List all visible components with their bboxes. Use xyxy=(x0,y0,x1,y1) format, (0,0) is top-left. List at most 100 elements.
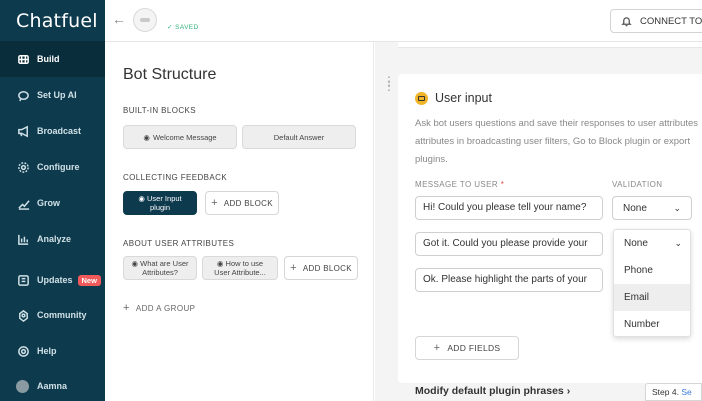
block-label-line1: User Input xyxy=(147,194,182,203)
sidebar-item-build[interactable]: Build xyxy=(0,41,105,77)
card-title: User input xyxy=(415,91,492,105)
message-label-text: MESSAGE TO USER xyxy=(415,180,499,189)
block-label: ◉ What are User Attributes? xyxy=(132,259,189,277)
block-label-line2: User Attribute... xyxy=(214,268,266,277)
validation-select-1[interactable]: None ⌄ xyxy=(612,196,692,220)
block-label-line2: Attributes? xyxy=(142,268,178,277)
sidebar-item-configure[interactable]: Configure xyxy=(0,149,105,185)
plus-icon: + xyxy=(433,342,441,354)
dropdown-option-number[interactable]: Number xyxy=(614,311,690,338)
block-label-line1: How to use xyxy=(225,259,264,268)
new-badge: New xyxy=(77,274,101,286)
collecting-feedback-title: COLLECTING FEEDBACK xyxy=(123,173,228,182)
sidebar-item-label: Help xyxy=(37,346,57,356)
grid-icon xyxy=(16,52,30,66)
sidebar-item-setup-ai[interactable]: Set Up AI xyxy=(0,77,105,113)
select-value: None xyxy=(623,202,647,214)
sidebar-item-label: Analyze xyxy=(37,234,72,244)
connect-label: CONNECT TO F xyxy=(640,15,702,27)
sidebar-item-updates[interactable]: Updates New xyxy=(0,262,105,298)
add-fields-label: ADD FIELDS xyxy=(447,343,501,353)
card-description: Ask bot users questions and save their r… xyxy=(415,118,699,165)
bot-avatar[interactable] xyxy=(133,8,157,32)
previous-card-edge xyxy=(398,42,702,48)
dropdown-option-phone[interactable]: Phone xyxy=(614,257,690,284)
step-link[interactable]: Se xyxy=(681,387,691,397)
connect-button[interactable]: CONNECT TO F xyxy=(610,9,702,33)
block-label-line1: What are User xyxy=(140,259,189,268)
bot-avatar-image xyxy=(140,18,150,22)
chevron-down-icon: ⌄ xyxy=(674,238,682,248)
sidebar-item-label: Updates xyxy=(37,275,73,285)
message-input-3[interactable]: Ok. Please highlight the parts of your xyxy=(415,268,603,292)
sidebar-item-label: Build xyxy=(37,54,60,64)
onboarding-step-tip[interactable]: Step 4. Se xyxy=(645,383,702,401)
sidebar-item-label: Grow xyxy=(37,198,61,208)
page-title: Bot Structure xyxy=(123,66,217,83)
modify-plugin-phrases-link[interactable]: Modify default plugin phrases › xyxy=(415,385,570,397)
what-are-user-attributes-block[interactable]: ◉ What are User Attributes? xyxy=(123,256,197,280)
sidebar-item-label: Aamna xyxy=(37,381,68,391)
message-input-2[interactable]: Got it. Could you please provide your xyxy=(415,232,603,256)
updates-icon xyxy=(16,273,30,287)
dropdown-selected-label: None xyxy=(624,238,648,249)
about-user-attributes-title: ABOUT USER ATTRIBUTES xyxy=(123,239,235,248)
validation-label: VALIDATION xyxy=(612,180,663,189)
step-label: Step 4. xyxy=(652,387,679,397)
block-icon: ◉ xyxy=(216,259,224,268)
top-bar: ← ✓ SAVED CONNECT TO F xyxy=(105,0,702,42)
sidebar-item-broadcast[interactable]: Broadcast xyxy=(0,113,105,149)
check-icon: ✓ xyxy=(167,24,173,31)
message-input-1[interactable]: Hi! Could you please tell your name? xyxy=(415,196,603,220)
saved-status: ✓ SAVED xyxy=(167,23,199,31)
default-answer-block[interactable]: Default Answer xyxy=(242,125,356,149)
user-input-plugin-block[interactable]: ◉ User Input plugin xyxy=(123,191,197,215)
welcome-message-block[interactable]: ◉ Welcome Message xyxy=(123,125,237,149)
saved-label: SAVED xyxy=(175,24,199,31)
add-block-button[interactable]: + ADD BLOCK xyxy=(284,256,358,280)
add-group-button[interactable]: + ADD A GROUP xyxy=(123,302,195,314)
sidebar-item-label: Broadcast xyxy=(37,126,82,136)
trend-icon xyxy=(16,196,30,210)
community-icon xyxy=(16,308,30,322)
sidebar: Chatfuel Build Set Up AI Broadcast Confi… xyxy=(0,0,105,401)
help-icon xyxy=(16,344,30,358)
sidebar-item-community[interactable]: Community xyxy=(0,297,105,333)
block-label-line2: plugin xyxy=(149,203,171,212)
plus-icon: + xyxy=(211,197,218,209)
plus-icon: + xyxy=(123,302,130,314)
block-icon: ◉ xyxy=(131,259,139,268)
bot-structure-panel: Bot Structure BUILT-IN BLOCKS ◉ Welcome M… xyxy=(105,42,374,401)
back-arrow-icon[interactable]: ← xyxy=(112,11,126,27)
sidebar-item-label: Community xyxy=(37,310,87,320)
dropdown-selected[interactable]: None ⌄ xyxy=(614,230,690,257)
sidebar-item-grow[interactable]: Grow xyxy=(0,185,105,221)
block-label: Default Answer xyxy=(273,132,325,142)
block-label: ◉ How to use User Attribute... xyxy=(214,259,266,277)
add-fields-button[interactable]: + ADD FIELDS xyxy=(415,336,519,360)
block-label: ◉ User Input plugin xyxy=(138,194,181,212)
user-input-icon xyxy=(415,91,428,105)
sidebar-item-account[interactable]: Aamna xyxy=(0,368,105,401)
megaphone-icon xyxy=(16,124,30,138)
validation-dropdown[interactable]: None ⌄ Phone Email Number xyxy=(613,229,691,337)
drag-handle-icon[interactable]: ⋮ ⋮ xyxy=(383,75,395,92)
plus-icon: + xyxy=(290,262,297,274)
bar-chart-icon xyxy=(16,232,30,246)
ai-icon xyxy=(16,88,30,102)
add-block-button[interactable]: + ADD BLOCK xyxy=(205,191,279,215)
plugin-editor: ⋮ ⋮ User input Ask bot users questions an… xyxy=(375,42,702,401)
chevron-down-icon: ⌄ xyxy=(673,202,681,213)
block-label: Welcome Message xyxy=(152,132,217,142)
block-icon: ◉ xyxy=(138,194,145,203)
gear-icon xyxy=(16,160,30,174)
block-icon: ◉ xyxy=(143,132,150,142)
how-to-use-user-attributes-block[interactable]: ◉ How to use User Attribute... xyxy=(202,256,278,280)
add-block-label: ADD BLOCK xyxy=(223,198,273,208)
bell-icon xyxy=(621,16,632,26)
sidebar-item-analyze[interactable]: Analyze xyxy=(0,221,105,257)
message-to-user-label: MESSAGE TO USER * xyxy=(415,180,504,189)
dropdown-option-email[interactable]: Email xyxy=(614,284,690,311)
sidebar-item-help[interactable]: Help xyxy=(0,333,105,369)
chatfuel-logo[interactable]: Chatfuel xyxy=(16,10,98,32)
